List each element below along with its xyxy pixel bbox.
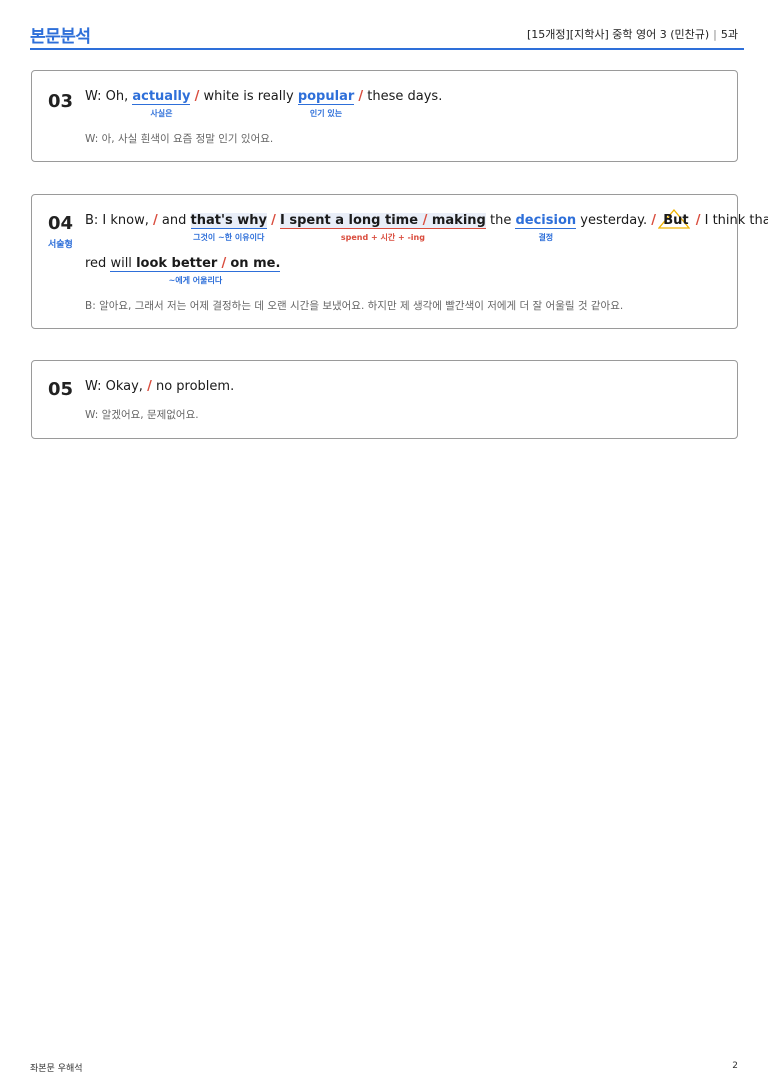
slash-divider: / [147, 379, 152, 394]
text-segment: I think that [704, 213, 768, 228]
sentence-card-03: 03 W: Oh, actually 사실은 / white is really … [31, 70, 738, 162]
phrase-thats-why: that's why 그것이 ~한 이유이다 [190, 213, 267, 242]
speaker: W: Oh, [85, 89, 129, 104]
text-segment: red [85, 256, 107, 271]
phrase-look-better: will look better / on me. ~에게 어울리다 [110, 256, 281, 285]
note-actually: 사실은 [150, 109, 173, 118]
note-look-better: ~에게 어울리다 [168, 276, 223, 285]
sentence-line-1: B: I know, / and that's why 그것이 ~한 이유이다 /… [85, 209, 768, 242]
course-name: [15개정][지학사] 중학 영어 3 (민찬규) [526, 28, 710, 41]
translation: W: 알겠어요, 문제없어요. [85, 409, 199, 421]
note-popular: 인기 있는 [309, 109, 343, 118]
slash-divider: / [271, 213, 276, 228]
sentence-line: W: Okay, / no problem. [85, 379, 234, 394]
sentence-number: 03 [48, 91, 74, 112]
page-title: 본문분석 [30, 27, 91, 47]
sentence-number: 04 [48, 213, 74, 234]
text-segment: no problem. [155, 379, 235, 394]
page-header: 본문분석 [15개정][지학사] 중학 영어 3 (민찬규) | 5과 [30, 22, 744, 50]
note-thats-why: 그것이 ~한 이유이다 [193, 233, 265, 242]
slash-divider: / [651, 213, 657, 228]
translation: W: 아, 사실 흰색이 요즘 정말 인기 있어요. [85, 133, 274, 145]
text-segment: and [161, 213, 187, 228]
text-segment: white is really [203, 89, 294, 104]
word-but: But [658, 209, 691, 229]
slash-divider: / [695, 213, 701, 228]
word-decision: decision 결정 [515, 213, 577, 242]
page-number: 2 [732, 1061, 738, 1071]
sentence-card-05: 05 W: Okay, / no problem. W: 알겠어요, 문제없어요… [31, 360, 738, 439]
sentence-line: W: Oh, actually 사실은 / white is really pop… [85, 89, 443, 118]
text-segment: yesterday. [580, 213, 648, 228]
sentence-card-04: 04 서술형 B: I know, / and that's why 그것이 ~한… [31, 194, 768, 329]
word-popular: popular 인기 있는 [297, 89, 355, 118]
question-type-tag: 서술형 [48, 240, 73, 250]
phrase-spend-time: I spent a long time / making spend + 시간 +… [280, 213, 486, 242]
lesson-number: 5과 [720, 28, 738, 41]
slash-divider: / [153, 213, 158, 228]
text-segment: the [489, 213, 512, 228]
word-actually: actually 사실은 [132, 89, 191, 118]
footer-label: 좌본문 우해석 [30, 1064, 83, 1074]
slash-divider: / [194, 89, 200, 104]
slash-divider: / [358, 89, 364, 104]
separator: | [713, 28, 717, 41]
speaker: B: I know, [85, 213, 149, 228]
text-segment: these days. [367, 89, 443, 104]
course-info: [15개정][지학사] 중학 영어 3 (민찬규) | 5과 [527, 26, 738, 42]
note-decision: 결정 [538, 233, 554, 242]
translation: B: 알아요, 그래서 저는 어제 결정하는 데 오랜 시간을 보냈어요. 하지… [85, 300, 624, 312]
speaker: W: Okay, [85, 379, 143, 394]
sentence-line-2: red will look better / on me. ~에게 어울리다 [85, 256, 281, 285]
note-spend: spend + 시간 + -ing [340, 233, 425, 242]
sentence-number: 05 [48, 379, 74, 400]
